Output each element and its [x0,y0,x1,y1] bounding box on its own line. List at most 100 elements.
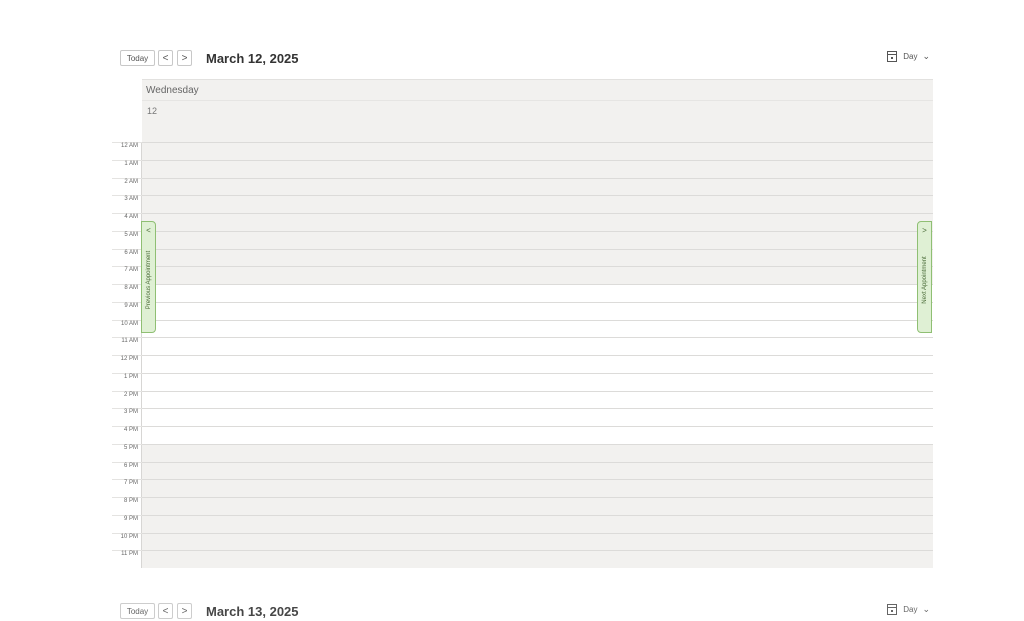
hour-label: 10 PM [120,533,138,540]
hour-row: 8 AM [112,284,933,302]
header-divider [142,100,933,101]
hour-row: 4 PM [112,426,933,444]
date-title: March 12, 2025 [206,51,299,66]
hour-label: 5 AM [124,231,138,238]
view-label: Day [903,605,918,614]
hour-row: 4 AM [112,213,933,231]
time-slot[interactable] [142,390,933,409]
hour-label: 3 AM [124,196,138,203]
hour-label: 11 AM [121,338,138,345]
time-slot[interactable] [142,177,933,196]
time-slot[interactable] [142,301,933,320]
hour-row: 3 AM [112,195,933,213]
hour-label: 2 PM [123,391,138,398]
hour-row: 12 PM [112,355,933,373]
hour-label: 1 PM [123,373,138,380]
view-selector[interactable]: Day ⌄ [887,604,930,615]
time-slot[interactable] [142,230,933,249]
hour-row: 6 PM [112,461,933,480]
chevron-down-icon: ⌄ [922,51,930,61]
time-slot[interactable] [142,337,933,355]
next-day-button[interactable]: > [177,50,192,66]
time-slot[interactable] [142,479,933,497]
hour-label: 12 PM [120,356,138,362]
previous-appointment-label: Previous Appointment [145,250,152,310]
hour-row: 5 AM [112,230,933,249]
time-slot[interactable] [142,266,933,284]
time-slot[interactable] [142,550,933,568]
time-slot[interactable] [142,159,933,178]
previous-day-button[interactable]: < [158,603,173,619]
time-slot[interactable] [142,284,933,302]
calendar-icon [887,51,898,62]
hour-label: 1 AM [124,160,138,167]
view-selector[interactable]: Day ⌄ [887,51,930,62]
time-slot[interactable] [142,319,933,338]
hour-row: 1 PM [112,372,933,391]
hour-label: 2 AM [124,178,138,185]
hour-row: 2 PM [112,390,933,409]
time-slot[interactable] [142,195,933,213]
next-calendar-toolbar: Today < > March 13, 2025 Day ⌄ [120,603,932,621]
calendar-toolbar: Today < > March 12, 2025 Day ⌄ [120,50,932,68]
calendar-icon [887,604,898,615]
hour-label: 3 PM [123,409,138,416]
hour-label: 4 PM [123,427,138,433]
time-slot[interactable] [142,426,933,444]
day-calendar: Wednesday 12 12 AM 1 AM 2 AM 3 AM 4 AM 5 AM 6 … [112,79,933,568]
date-title: March 13, 2025 [206,604,299,619]
hour-row: 2 AM [112,177,933,196]
time-slot[interactable] [142,497,933,515]
hour-label: 6 AM [124,249,138,256]
time-slot[interactable] [142,443,933,462]
day-header: Wednesday 12 [142,79,933,144]
hour-label: 7 AM [124,267,138,274]
hour-row: 11 AM [112,337,933,355]
time-slot[interactable] [142,461,933,480]
hour-label: 9 AM [124,302,138,309]
next-appointment-tab[interactable]: > Next Appointment [917,221,932,333]
previous-day-button[interactable]: < [158,50,173,66]
chevron-left-icon: < [146,226,151,235]
time-slot[interactable] [142,142,933,160]
hour-row: 7 AM [112,266,933,284]
hour-row: 9 AM [112,301,933,320]
chevron-right-icon: > [922,226,927,235]
hour-label: 9 PM [123,515,138,522]
hour-row: 8 PM [112,497,933,515]
time-slot[interactable] [142,532,933,551]
time-slot[interactable] [142,213,933,231]
next-day-button[interactable]: > [177,603,192,619]
time-grid: 12 AM 1 AM 2 AM 3 AM 4 AM 5 AM 6 AM 7 AM 8 AM 9 A… [112,142,933,568]
weekday-label: Wednesday [146,85,199,96]
hour-label: 5 PM [123,444,138,451]
hour-row: 11 PM [112,550,933,568]
hour-label: 4 AM [124,214,138,220]
hour-row: 10 AM [112,319,933,338]
hour-label: 10 AM [120,320,138,327]
chevron-down-icon: ⌄ [922,604,930,614]
day-number: 12 [147,106,158,116]
hour-row: 7 PM [112,479,933,497]
hour-label: 12 AM [120,143,138,149]
hour-label: 8 PM [123,498,138,504]
hour-label: 6 PM [123,462,138,469]
hour-row: 9 PM [112,514,933,533]
hour-row: 3 PM [112,408,933,426]
next-appointment-label: Next Appointment [921,256,928,304]
time-slot[interactable] [142,248,933,267]
time-slot[interactable] [142,408,933,426]
hour-label: 8 AM [124,285,138,291]
hour-label: 7 PM [123,480,138,487]
hour-row: 6 AM [112,248,933,267]
hour-row: 1 AM [112,159,933,178]
today-button[interactable]: Today [120,50,155,66]
hour-row: 12 AM [112,142,933,160]
time-slot[interactable] [142,355,933,373]
time-slot[interactable] [142,514,933,533]
previous-appointment-tab[interactable]: < Previous Appointment [141,221,156,333]
time-slot[interactable] [142,372,933,391]
today-button[interactable]: Today [120,603,155,619]
view-label: Day [903,52,918,61]
hour-label: 11 PM [121,551,138,558]
